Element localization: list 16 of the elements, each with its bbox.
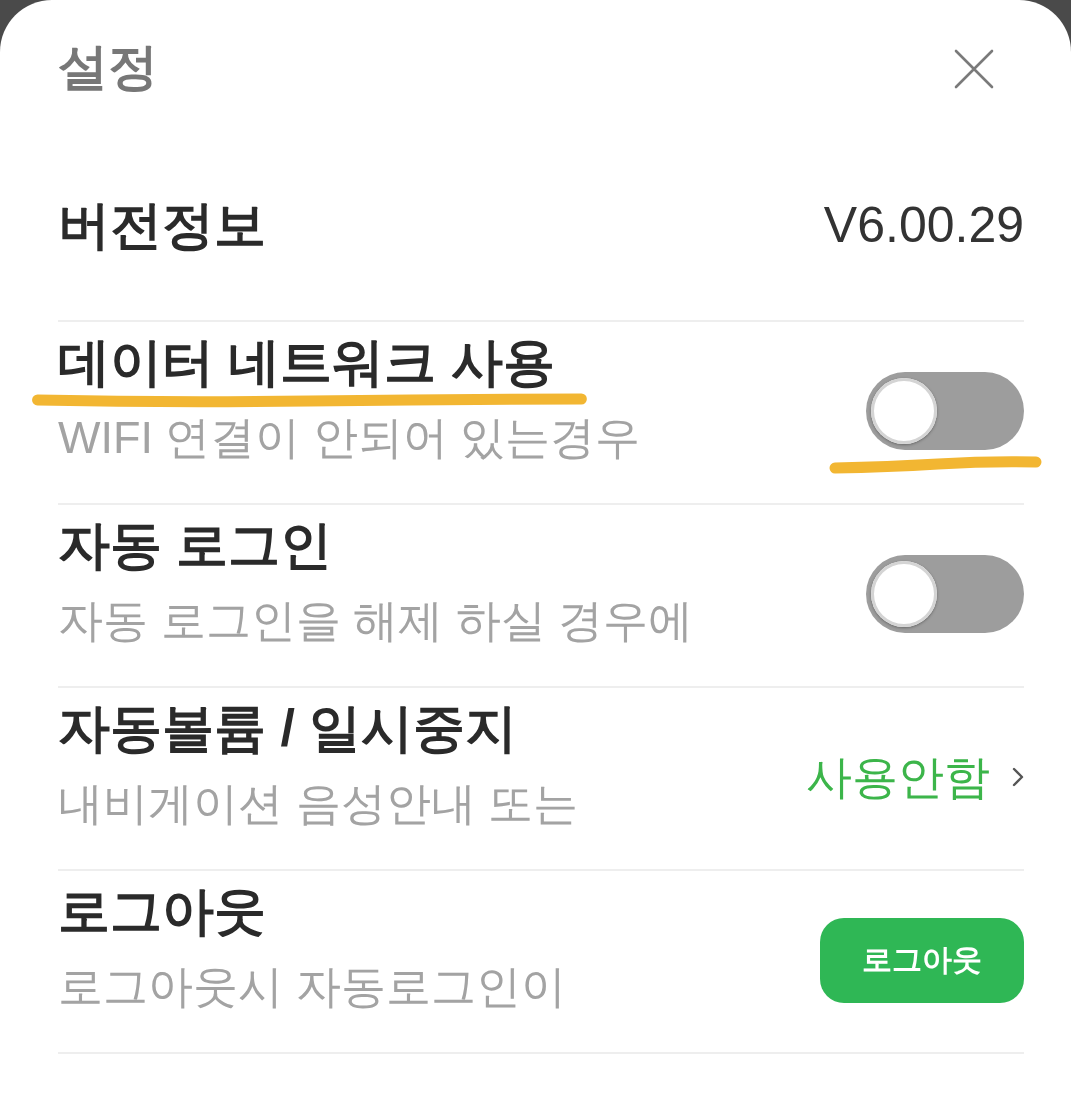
- chevron-icon: [1012, 767, 1024, 787]
- logout-button[interactable]: 로그아웃: [820, 917, 1024, 1003]
- row-description: 로그아웃시 자동로그인이: [58, 960, 566, 1014]
- row-title: 자동볼륨 / 일시중지: [58, 698, 518, 758]
- row-description: 자동 로그인을 해제 하실 경우에: [58, 594, 693, 648]
- setting-value-link[interactable]: 사용안함: [806, 749, 1024, 805]
- row-description: WIFI 연결이 안되어 있는경우: [58, 411, 641, 465]
- row-description: 내비게이션 음성안내 또는: [58, 777, 578, 831]
- sheet-title: 설정: [58, 38, 158, 97]
- version-text: V6.00.29: [823, 196, 1024, 255]
- row-title: 버전정보: [58, 195, 266, 255]
- row-title: 로그아웃: [58, 881, 266, 941]
- row-title: 데이터 네트워크 사용: [58, 332, 555, 392]
- close-icon: [954, 49, 994, 89]
- row-title: 자동 로그인: [58, 515, 333, 575]
- close-button[interactable]: [954, 49, 994, 89]
